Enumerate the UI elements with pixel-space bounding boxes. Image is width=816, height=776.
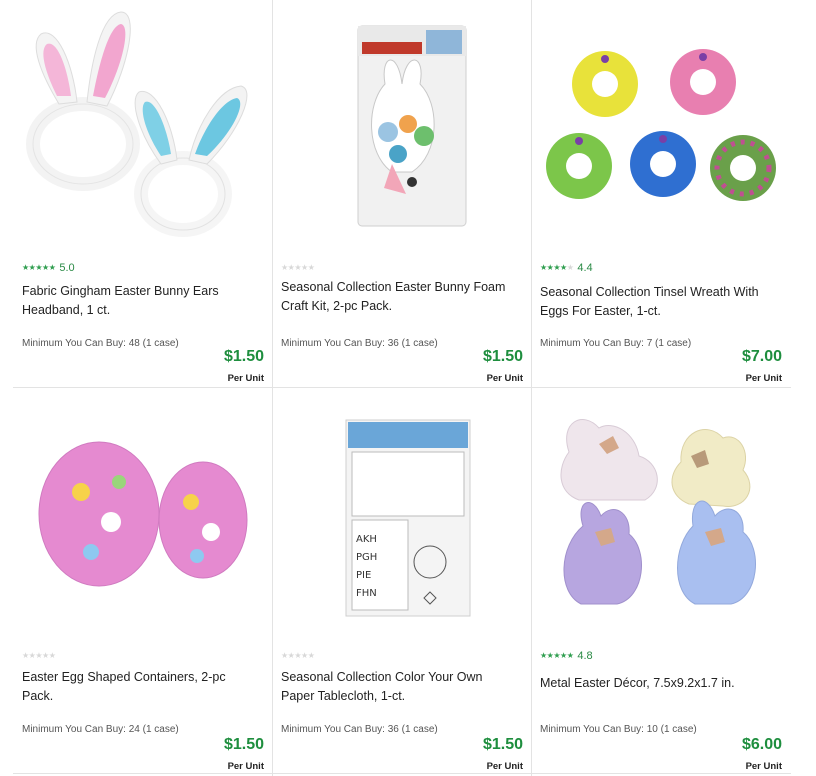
svg-text:FHN: FHN xyxy=(356,588,377,599)
minimum-buy: Minimum You Can Buy: 10 (1 case) xyxy=(540,724,697,735)
star-rating-icon: ★★★★★ xyxy=(281,263,315,272)
star-rating-icon: ★★★★★ xyxy=(22,263,56,272)
minimum-buy: Minimum You Can Buy: 36 (1 case) xyxy=(281,338,438,349)
price: $7.00 xyxy=(741,348,782,365)
price: $1.50 xyxy=(482,348,523,365)
product-card[interactable]: ★★★★★ Easter Egg Shaped Containers, 2-pc… xyxy=(13,388,272,776)
minimum-buy: Minimum You Can Buy: 7 (1 case) xyxy=(540,338,692,349)
product-card[interactable]: ★★★★★ Seasonal Collection Easter Bunny F… xyxy=(272,0,531,388)
product-card[interactable]: ★★★★★ 4.4 Seasonal Collection Tinsel Wre… xyxy=(531,0,790,388)
egg-container-icon[interactable] xyxy=(21,390,264,630)
per-unit-label: Per Unit xyxy=(486,373,523,384)
per-unit-label: Per Unit xyxy=(486,761,523,772)
minimum-buy: Minimum You Can Buy: 24 (1 case) xyxy=(22,724,179,735)
star-rating-icon: ★★★★★ xyxy=(540,651,574,660)
per-unit-label: Per Unit xyxy=(745,761,782,772)
tablecloth-package-icon[interactable]: AKH PGH PIE FHN xyxy=(280,390,523,630)
product-card[interactable]: ★★★★★ 5.0 Fabric Gingham Easter Bunny Ea… xyxy=(13,0,272,388)
price: $1.50 xyxy=(223,736,264,753)
svg-text:PGH: PGH xyxy=(356,552,377,563)
svg-text:AKH: AKH xyxy=(356,534,377,545)
product-title-link[interactable]: Seasonal Collection Color Your Own Paper… xyxy=(281,668,513,706)
product-title-link[interactable]: Seasonal Collection Tinsel Wreath With E… xyxy=(540,283,772,321)
product-title-link[interactable]: Fabric Gingham Easter Bunny Ears Headban… xyxy=(22,282,254,320)
product-title-link[interactable]: Easter Egg Shaped Containers, 2-pc Pack. xyxy=(22,668,254,706)
rating: ★★★★★ 4.8 xyxy=(540,650,593,662)
per-unit-label: Per Unit xyxy=(745,373,782,384)
rating: ★★★★★ 5.0 xyxy=(22,262,75,274)
minimum-buy: Minimum You Can Buy: 48 (1 case) xyxy=(22,338,179,349)
product-title-link[interactable]: Seasonal Collection Easter Bunny Foam Cr… xyxy=(281,278,513,316)
product-card[interactable]: ★★★★★ 4.8 Metal Easter Décor, 7.5x9.2x1.… xyxy=(531,388,790,776)
svg-text:PIE: PIE xyxy=(356,570,371,581)
price: $1.50 xyxy=(223,348,264,365)
star-rating-icon: ★★★★★ xyxy=(22,651,56,660)
metal-bunny-chick-decor-icon[interactable] xyxy=(539,390,782,630)
star-rating-icon: ★★★★★ xyxy=(540,263,574,272)
rating-value: 4.8 xyxy=(577,650,593,662)
per-unit-label: Per Unit xyxy=(227,373,264,384)
rating-value: 4.4 xyxy=(577,262,593,274)
star-rating-icon: ★★★★★ xyxy=(281,651,315,660)
per-unit-label: Per Unit xyxy=(227,761,264,772)
product-title-link[interactable]: Metal Easter Décor, 7.5x9.2x1.7 in. xyxy=(540,674,772,693)
tinsel-wreath-icon[interactable] xyxy=(539,2,782,242)
minimum-buy: Minimum You Can Buy: 36 (1 case) xyxy=(281,724,438,735)
bunny-ears-headband-icon[interactable] xyxy=(21,2,264,242)
product-card[interactable]: AKH PGH PIE FHN ★★★★★ Seasonal Collectio… xyxy=(272,388,531,776)
product-grid: ★★★★★ 5.0 Fabric Gingham Easter Bunny Ea… xyxy=(13,0,791,776)
rating: ★★★★★ xyxy=(281,650,315,662)
rating-value: 5.0 xyxy=(59,262,75,274)
foam-craft-kit-icon[interactable] xyxy=(280,2,523,242)
rating: ★★★★★ xyxy=(281,262,315,274)
rating: ★★★★★ xyxy=(22,650,56,662)
price: $1.50 xyxy=(482,736,523,753)
rating: ★★★★★ 4.4 xyxy=(540,262,593,274)
price: $6.00 xyxy=(741,736,782,753)
